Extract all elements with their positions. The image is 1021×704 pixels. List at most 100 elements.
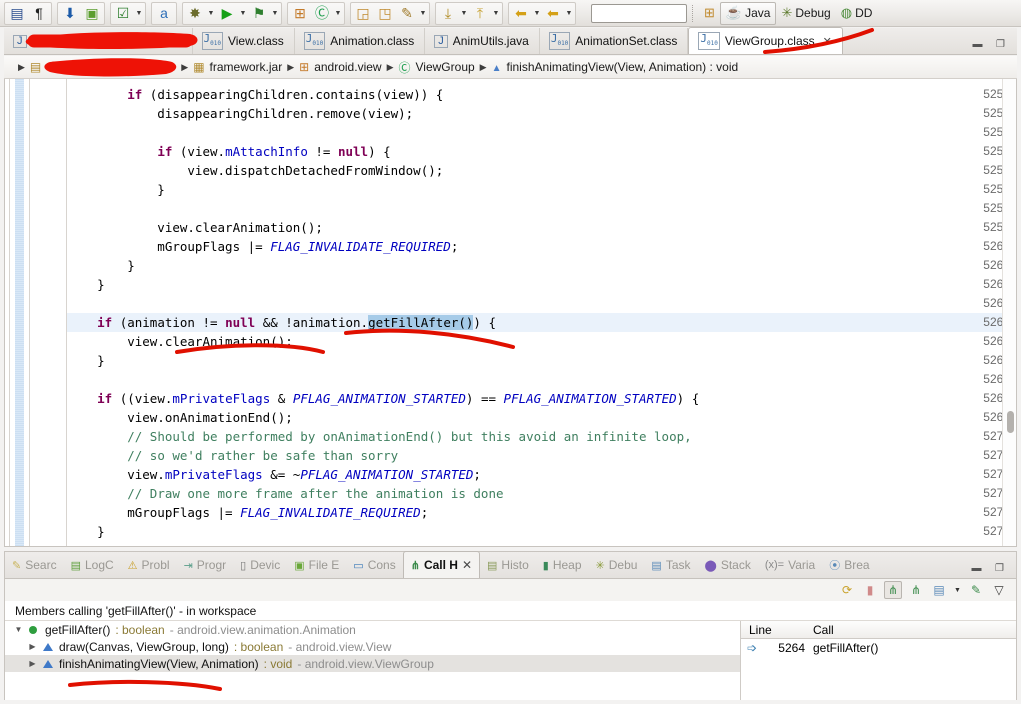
- view-menu-icon[interactable]: ▽: [990, 581, 1008, 599]
- maximize-editor-button[interactable]: ❐: [994, 38, 1007, 50]
- code-line-5266[interactable]: }: [67, 351, 1002, 370]
- code-lines[interactable]: if (disappearingChildren.contains(view))…: [67, 79, 1002, 546]
- view-tab-debu[interactable]: ✳ Debu: [589, 552, 645, 578]
- code-line-5253[interactable]: disappearingChildren.remove(view);: [67, 104, 1002, 123]
- breadcrumb-item-1[interactable]: ▶ ▦ framework.jar: [181, 60, 282, 74]
- close-icon[interactable]: ✕: [823, 35, 832, 48]
- open-perspective-icon[interactable]: ⊞: [699, 2, 720, 25]
- code-line-5260[interactable]: mGroupFlags |= FLAG_INVALIDATE_REQUIRED;: [67, 237, 1002, 256]
- code-line-5272[interactable]: view.mPrivateFlags &= ~PFLAG_ANIMATION_S…: [67, 465, 1002, 484]
- show-callers-hierarchy-icon[interactable]: ⋔: [884, 581, 902, 599]
- cancel-search-icon[interactable]: ▮: [861, 581, 879, 599]
- code-line-5263[interactable]: [67, 294, 1002, 313]
- run-icon[interactable]: ▶: [216, 3, 238, 24]
- pilcrow-icon[interactable]: ¶: [28, 3, 50, 24]
- new-wizard-icon[interactable]: ▤: [6, 3, 28, 24]
- chevron-down-icon[interactable]: ▼: [491, 3, 501, 24]
- call-hierarchy-row[interactable]: ▼ getFillAfter() : boolean - android.view…: [5, 621, 740, 638]
- chevron-down-icon[interactable]: ▼: [270, 3, 280, 24]
- code-line-5273[interactable]: // Draw one more frame after the animati…: [67, 484, 1002, 503]
- editor-tab-animutils-java[interactable]: J AnimUtils.java: [425, 28, 540, 54]
- code-line-5252[interactable]: if (disappearingChildren.contains(view))…: [67, 85, 1002, 104]
- chevron-down-icon[interactable]: ▼: [953, 581, 962, 599]
- show-callees-hierarchy-icon[interactable]: ⋔: [907, 581, 925, 599]
- view-tab-devic[interactable]: ▯ Devic: [233, 552, 287, 578]
- new-java-class-icon[interactable]: Ⓒ: [311, 3, 333, 24]
- tree-twisty[interactable]: ▶: [27, 659, 38, 668]
- view-tab-task[interactable]: ▤ Task: [644, 552, 697, 578]
- view-tab-cons[interactable]: ▭ Cons: [346, 552, 402, 578]
- open-task-icon[interactable]: ◳: [374, 3, 396, 24]
- breadcrumb-item-2[interactable]: ▶ ⊞ android.view: [287, 60, 381, 74]
- call-hierarchy-row[interactable]: ▶ draw(Canvas, ViewGroup, long) : boolean…: [5, 638, 740, 655]
- perspective-debug[interactable]: ✳ Debug: [776, 2, 835, 25]
- code-line-5274[interactable]: mGroupFlags |= FLAG_INVALIDATE_REQUIRED;: [67, 503, 1002, 522]
- code-line-5268[interactable]: if ((view.mPrivateFlags & PFLAG_ANIMATIO…: [67, 389, 1002, 408]
- code-line-5259[interactable]: view.clearAnimation();: [67, 218, 1002, 237]
- tree-twisty[interactable]: ▼: [13, 625, 24, 634]
- code-line-5275[interactable]: }: [67, 522, 1002, 541]
- breadcrumb-item-4[interactable]: ▶ ▲ finishAnimatingView(View, Animation) :…: [480, 60, 739, 74]
- chevron-down-icon[interactable]: ▼: [333, 3, 343, 24]
- editor-tab-animationset-class[interactable]: J010 AnimationSet.class: [540, 28, 689, 54]
- code-line-5269[interactable]: view.onAnimationEnd();: [67, 408, 1002, 427]
- chevron-down-icon[interactable]: ▼: [238, 3, 248, 24]
- call-hierarchy-row[interactable]: ▶ finishAnimatingView(View, Animation) : …: [5, 655, 740, 672]
- external-tools-icon[interactable]: ⚑: [248, 3, 270, 24]
- view-tab-stack[interactable]: ⬤ Stack: [698, 552, 758, 578]
- back-navigation-icon[interactable]: ⬅: [510, 3, 532, 24]
- code-line-5257[interactable]: }: [67, 180, 1002, 199]
- chevron-down-icon[interactable]: ▼: [532, 3, 542, 24]
- chevron-down-icon[interactable]: ▼: [134, 3, 144, 24]
- code-line-5264[interactable]: if (animation != null && !animation.getF…: [67, 313, 1002, 332]
- view-tab-varia[interactable]: (x)= Varia: [758, 552, 822, 578]
- open-new-hierarchy-icon[interactable]: ✎: [967, 581, 985, 599]
- checkmark-icon[interactable]: ☑: [112, 3, 134, 24]
- search-input[interactable]: [591, 3, 687, 23]
- code-line-5267[interactable]: [67, 370, 1002, 389]
- tree-twisty[interactable]: ▶: [27, 642, 38, 651]
- view-tab-file-e[interactable]: ▣ File E: [287, 552, 346, 578]
- editor-scrollbar-thumb[interactable]: [1007, 411, 1014, 433]
- editor-tab-view-class[interactable]: J010 View.class: [193, 28, 295, 54]
- code-line-5265[interactable]: view.clearAnimation();: [67, 332, 1002, 351]
- perspective-java[interactable]: ☕ Java: [719, 1, 777, 25]
- chevron-down-icon[interactable]: ▼: [459, 3, 469, 24]
- view-tab-histo[interactable]: ▤ Histo: [480, 552, 536, 578]
- view-tab-probl[interactable]: ⚠ Probl: [121, 552, 177, 578]
- debug-icon[interactable]: ✸: [184, 3, 206, 24]
- code-line-5261[interactable]: }: [67, 256, 1002, 275]
- code-editor[interactable]: 5252 5253 5254 5255 5256 5257 5258 5259 5260 5261…: [4, 79, 1017, 547]
- editor-vertical-scrollbar[interactable]: [1002, 79, 1016, 546]
- editor-tab-viewgroup-class[interactable]: J010 ViewGroup.class ✕: [688, 27, 843, 54]
- column-header-line[interactable]: Line: [741, 623, 805, 637]
- quick-fix-icon[interactable]: ✎: [396, 3, 418, 24]
- editor-tab-animation-class[interactable]: J010 Animation.class: [295, 28, 426, 54]
- editor-tab-redacted[interactable]: J: [4, 28, 193, 54]
- code-line-5270[interactable]: // Should be performed by onAnimationEnd…: [67, 427, 1002, 446]
- save-icon[interactable]: ⬇: [59, 3, 81, 24]
- forward-navigation-icon[interactable]: ⬅: [542, 3, 564, 24]
- close-icon[interactable]: ✕: [462, 558, 472, 572]
- maximize-view-button[interactable]: ❐: [993, 562, 1006, 574]
- code-line-5255[interactable]: if (view.mAttachInfo != null) {: [67, 142, 1002, 161]
- view-tab-progr[interactable]: ⇥ Progr: [177, 552, 234, 578]
- breadcrumb-item-3[interactable]: ▶ Ⓒ ViewGroup: [387, 59, 475, 76]
- view-tab-heap[interactable]: ▮ Heap: [536, 552, 589, 578]
- column-header-call[interactable]: Call: [805, 623, 834, 637]
- code-line-5258[interactable]: [67, 199, 1002, 218]
- code-line-5262[interactable]: }: [67, 275, 1002, 294]
- new-android-project-icon[interactable]: a: [153, 3, 175, 24]
- view-tab-logc[interactable]: ▤ LogC: [64, 552, 121, 578]
- code-line-5256[interactable]: view.dispatchDetachedFromWindow();: [67, 161, 1002, 180]
- show-call-details-icon[interactable]: ▤: [930, 581, 948, 599]
- previous-annotation-icon[interactable]: ⤒: [469, 3, 491, 24]
- code-line-5271[interactable]: // so we'd rather be safe than sorry: [67, 446, 1002, 465]
- chevron-down-icon[interactable]: ▼: [564, 3, 574, 24]
- view-tab-searc[interactable]: ✎ Searc: [5, 552, 64, 578]
- chevron-down-icon[interactable]: ▼: [418, 3, 428, 24]
- chevron-down-icon[interactable]: ▼: [206, 3, 216, 24]
- breadcrumb-item-0[interactable]: ▶ ▤: [18, 60, 176, 74]
- minimize-view-button[interactable]: ▬: [970, 562, 983, 574]
- perspective-ddms[interactable]: ◍ DD: [836, 2, 878, 25]
